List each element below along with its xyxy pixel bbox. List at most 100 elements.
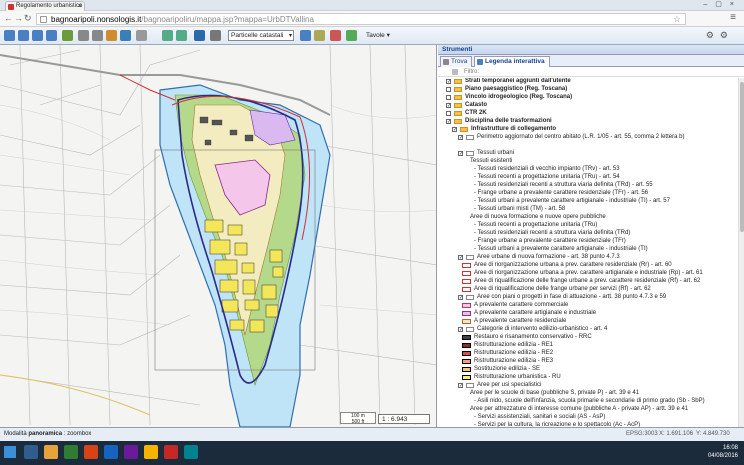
full-extent-icon[interactable] [62,30,73,41]
layer-icon [466,327,474,332]
layer-checkbox[interactable] [446,95,451,100]
layer-label[interactable]: Strati temporanei aggiunti dall'utente [465,78,571,85]
layer-checkbox[interactable]: ✓ [458,383,463,389]
legend-swatch [462,375,471,380]
next-view-icon[interactable] [176,30,187,41]
close-tab-icon[interactable]: × [78,2,82,11]
layer-checkbox[interactable] [446,111,451,116]
select-icon[interactable] [136,30,147,41]
taskbar-app-6-icon[interactable] [124,445,138,459]
layer-checkbox[interactable]: ✓ [452,127,457,133]
back-icon[interactable]: ← [4,13,13,23]
previous-view-icon[interactable] [162,30,173,41]
legend-text: - Tessuti residenziali di vecchio impian… [474,166,620,172]
layer-checkbox[interactable]: ✓ [458,327,463,333]
layer-select[interactable]: Particelle catastali ▾ [228,30,294,41]
export-icon[interactable] [346,30,357,41]
legend-row: CTR 2K [438,110,738,118]
bookmark-star-icon[interactable]: ☆ [673,14,681,25]
status-bar: Modalità panoramica : zoombox EPSG:3003 … [0,427,744,441]
taskbar-app-3-icon[interactable] [64,445,78,459]
layer-checkbox[interactable]: ✓ [446,119,451,125]
forward-icon[interactable]: → [14,13,23,23]
url-field[interactable]: bagnoaripoli.nonsologis.it/bagnoaripolir… [36,13,686,25]
map-canvas[interactable] [0,45,437,427]
legend-label: Aree di riorganizzazione urbana a prev. … [474,262,672,268]
taskbar-app-8-icon[interactable] [164,445,178,459]
tavole-menu[interactable]: Tavole ▾ [366,31,390,39]
legend-row: ✓ Aree per usi specialistici [438,382,738,390]
legend-row: - Tessuti urbani a prevalente carattere … [438,198,738,206]
system-clock[interactable]: 16:08 04/08/2016 [708,444,738,460]
layer-checkbox[interactable]: ✓ [458,295,463,301]
filter-field[interactable]: Filtro: [438,67,744,77]
legend-row: Ristrutturazione urbanistica - RU [438,374,738,382]
legend-text: Tessuti esistenti [470,158,513,164]
clear-icon[interactable] [330,30,341,41]
layer-label[interactable]: Infrastrutture di collegamento [471,126,556,133]
reload-icon[interactable]: ↻ [24,13,32,24]
page-icon [40,16,47,23]
taskbar-app-9-icon[interactable] [184,445,198,459]
layer-checkbox[interactable]: ✓ [458,135,463,141]
layer-label[interactable]: Tessuti urbani [477,150,514,157]
layer-checkbox[interactable]: ✓ [458,255,463,261]
pan-up-icon[interactable] [18,30,29,41]
chrome-icon[interactable] [144,445,158,459]
scale-input[interactable]: 1 : 6.943 [378,414,430,424]
map-view[interactable]: 100 m 500 ft 1 : 6.943 [0,45,437,427]
info-icon[interactable] [194,30,205,41]
taskbar-app-4-icon[interactable] [84,445,98,459]
measure-icon[interactable] [210,30,221,41]
mode-label: Modalità [4,431,27,437]
zoom-out-icon[interactable] [92,30,103,41]
print-icon[interactable] [314,30,325,41]
pan-left-icon[interactable] [4,30,15,41]
filter-label: Filtro: [464,69,479,75]
settings-icons[interactable]: ⚙⚙ [706,30,734,41]
tab-legenda[interactable]: Legenda interattiva [474,56,550,67]
scroll-thumb[interactable] [740,82,744,232]
taskbar-app-5-icon[interactable] [104,445,118,459]
panel-scrollbar[interactable] [738,78,744,427]
layer-checkbox[interactable]: ✓ [446,103,451,109]
legend-icon [477,59,483,65]
taskbar-app-1-icon[interactable] [24,445,38,459]
tab-trova[interactable]: Trova [440,56,473,67]
legend-swatch [462,303,471,308]
layer-label[interactable]: Perimetro aggiornato del centro abitato … [477,134,684,141]
layer-label[interactable]: Aree urbane di nuova formazione - art. 3… [477,254,620,261]
browser-menu-icon[interactable]: ≡ [730,12,736,23]
legend-text: - Frange urbane a prevalente carattere r… [474,190,649,196]
layer-label[interactable]: Vincolo idrogeologico (Reg. Toscana) [465,94,572,101]
pan-right-icon[interactable] [46,30,57,41]
layer-label[interactable]: CTR 2K [465,110,487,117]
layer-checkbox[interactable]: ✓ [446,79,451,85]
layer-label[interactable]: Categorie di intervento edilizio-urbanis… [477,326,607,333]
windows-start-icon[interactable] [4,446,16,458]
legend-text: - Tessuti recenti a progettazione unitar… [474,174,620,180]
layer-label[interactable]: Aree con piani o progetti in fase di att… [477,294,666,301]
layer-label[interactable]: Aree per usi specialistici [477,382,541,389]
layer-checkbox[interactable]: ✓ [458,151,463,157]
identify-icon[interactable] [120,30,131,41]
legend-label: Restauro e risanamento conservativo - RR… [474,334,592,340]
layer-label[interactable]: Disciplina delle trasformazioni [465,118,552,125]
folder-icon[interactable] [44,445,58,459]
legend-row: - Frange urbane a prevalente carattere r… [438,190,738,198]
folder-icon [454,95,462,100]
zoombox-icon[interactable] [106,30,117,41]
legend-row: - Frange urbane a prevalente carattere r… [438,238,738,246]
browser-tab[interactable]: Regolamento urbanistico × [5,1,85,11]
folder-icon [454,103,462,108]
layer-label[interactable]: Catasto [465,102,487,109]
pan-down-icon[interactable] [32,30,43,41]
legend-swatch [462,279,471,284]
layer-checkbox[interactable] [446,87,451,92]
legend-row: - Tessuti residenziali recenti a struttu… [438,182,738,190]
layer-label[interactable]: Piano paesaggistico (Reg. Toscana) [465,86,567,93]
legend-swatch [462,359,471,364]
search-parcel-icon[interactable] [300,30,311,41]
zoom-in-icon[interactable] [78,30,89,41]
window-controls[interactable]: –▢× [703,0,742,8]
